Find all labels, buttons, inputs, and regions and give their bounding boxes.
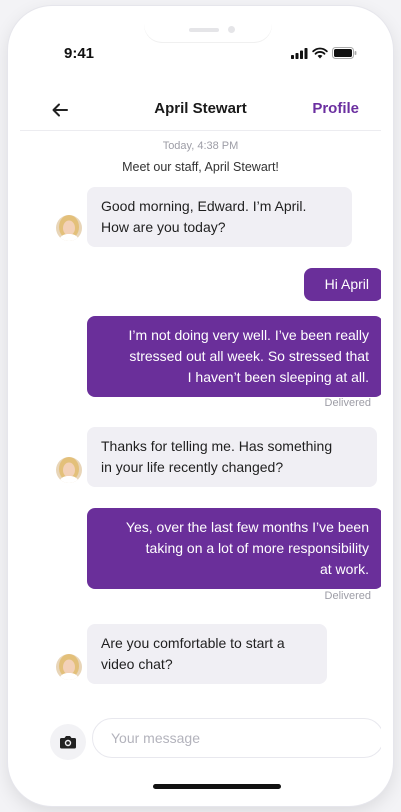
signal-icon [291,47,308,59]
nav-bar: April Stewart Profile [20,90,381,131]
message-line: I haven’t been sleeping at all. [187,369,369,385]
front-camera [228,26,235,33]
message-line: at work. [319,561,369,577]
message-line: stressed out all week. So stressed that [129,348,369,364]
message-line: I’m not doing very well. I’ve been reall… [128,327,369,343]
message-line: taking on a lot of more responsibility [145,540,369,556]
status-time: 9:41 [64,45,95,62]
delivery-status: Delivered [324,590,371,602]
camera-icon [60,736,76,749]
message-line: Thanks for telling me. Has something [101,438,333,454]
home-indicator [153,784,281,789]
message-line: in your life recently changed? [101,459,284,475]
message-line: Good morning, Edward. I’m April. [101,198,307,214]
message-input[interactable] [92,718,381,758]
battery-icon [332,47,357,59]
message-line: Are you comfortable to start a [101,635,285,651]
notch [144,18,272,42]
message-bubble-outgoing: Yes, over the last few months I’ve been … [87,508,381,589]
conversation-timestamp: Today, 4:38 PM [162,140,239,152]
screen: 9:41 April Stewart Profile Today, 4:38 P… [20,18,381,794]
message-line: How are you today? [101,219,226,235]
conversation-intro: Meet our staff, April Stewart! [122,160,279,174]
message-line: Yes, over the last few months I’ve been [125,519,369,535]
message-bubble-incoming: Good morning, Edward. I’m April. How are… [87,187,352,247]
delivery-status: Delivered [324,397,371,409]
camera-button[interactable] [50,724,86,760]
message-bubble-incoming: Are you comfortable to start a video cha… [87,624,327,684]
message-bubble-incoming: Thanks for telling me. Has something in … [87,427,377,487]
message-bubble-outgoing: Hi April [304,268,381,301]
speaker [189,28,219,32]
profile-button[interactable]: Profile [312,100,359,117]
wifi-icon [312,47,328,59]
status-icons [291,47,357,59]
message-bubble-outgoing: I’m not doing very well. I’ve been reall… [87,316,381,397]
message-line: video chat? [101,656,173,672]
avatar [56,215,82,241]
avatar [56,457,82,483]
message-line: Hi April [324,276,369,292]
phone-frame: 9:41 April Stewart Profile Today, 4:38 P… [8,6,393,806]
avatar [56,654,82,680]
